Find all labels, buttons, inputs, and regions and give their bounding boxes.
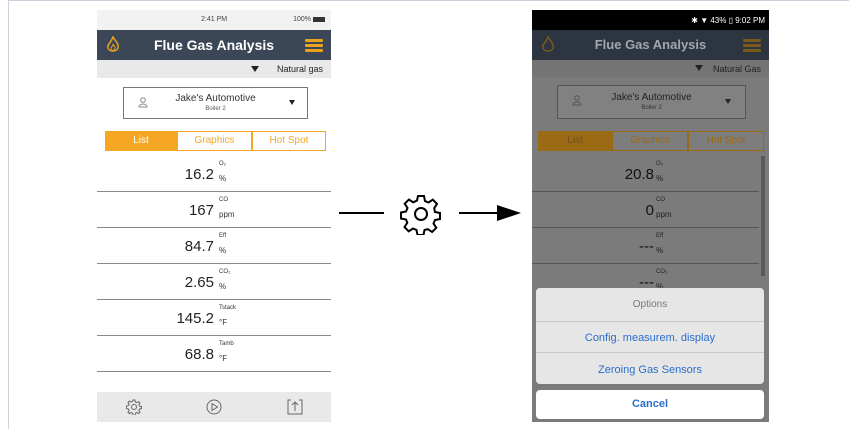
measurement-param: CO₂ (219, 269, 231, 275)
measurement-param: Eff (219, 233, 227, 239)
measurement-row: 167 CO ppm (97, 192, 331, 228)
divider (536, 321, 764, 322)
menu-icon[interactable] (743, 39, 761, 52)
measurement-value: 20.8 (624, 166, 654, 183)
page-title: Flue Gas Analysis (594, 37, 707, 52)
measurement-value: 84.7 (184, 238, 214, 255)
measurement-row: --- Eff % (532, 228, 759, 264)
battery-indicator: 100% (293, 16, 325, 23)
measurement-unit: ppm (656, 210, 672, 219)
measurement-unit: % (219, 174, 227, 183)
options-sheet: Options Config. measurem. display Zeroin… (536, 288, 764, 384)
measurement-row: 68.8 Tamb °F (97, 336, 331, 372)
view-tabs: List Graphics Hot Spot (105, 131, 326, 151)
tab-graphics[interactable]: Graphics (177, 131, 252, 151)
measurement-value: 0 (645, 202, 654, 219)
measurement-unit: % (656, 174, 664, 183)
status-text: ✱ ▼ 43% ▯ 9:02 PM (691, 16, 765, 25)
chevron-down-icon (725, 99, 731, 104)
measurement-param: CO₂ (656, 269, 668, 275)
battery-icon (313, 16, 325, 22)
measurement-param: CO (219, 197, 228, 203)
arrow-line (459, 212, 499, 214)
menu-icon[interactable] (305, 39, 323, 52)
app-header: Flue Gas Analysis (97, 30, 331, 60)
battery-percent: 100% (293, 16, 311, 23)
chevron-down-icon (289, 100, 295, 105)
customer-name: Jake's Automotive (175, 93, 256, 104)
fuel-label: Natural gas (276, 64, 323, 74)
cancel-button[interactable]: Cancel (536, 390, 764, 419)
measurement-row: 0 CO ppm (532, 192, 759, 228)
measurement-param: Tamb (219, 341, 234, 347)
measurement-unit: % (219, 246, 227, 255)
divider (536, 352, 764, 353)
tab-list[interactable]: List (538, 131, 612, 151)
customer-dropdown[interactable]: Jake's Automotive Boiler 2 (123, 87, 308, 119)
measurement-value: 167 (188, 202, 214, 219)
measurement-value: --- (639, 238, 654, 255)
measurement-param: CO (656, 197, 665, 203)
measurement-value: 2.65 (184, 274, 214, 291)
tab-graphics[interactable]: Graphics (612, 131, 688, 151)
measurement-row: 16.2 O₂ % (97, 156, 331, 192)
arrow-line (339, 212, 384, 214)
app-header: Flue Gas Analysis (532, 30, 769, 60)
measurement-value: 68.8 (184, 346, 214, 363)
play-icon[interactable] (206, 399, 222, 415)
customer-sub: Boiler 2 (641, 105, 662, 111)
tab-hot-spot[interactable]: Hot Spot (252, 131, 326, 151)
export-icon[interactable] (287, 399, 303, 415)
fuel-label: Natural Gas (712, 64, 761, 74)
frame-top-border (8, 0, 849, 1)
frame-left-border (8, 0, 9, 429)
measurement-row: 145.2 Tstack °F (97, 300, 331, 336)
measurement-row: 20.8 O₂ % (532, 156, 759, 192)
view-tabs: List Graphics Hot Spot (538, 131, 764, 151)
fuel-selector[interactable]: Natural gas (97, 60, 331, 78)
customer-dropdown[interactable]: Jake's Automotive Boiler 2 (557, 85, 746, 119)
arrow-head (497, 205, 521, 221)
status-bar: 2:41 PM 100% (97, 10, 331, 30)
right-phone-screen: ✱ ▼ 43% ▯ 9:02 PM Flue Gas Analysis Natu… (532, 10, 769, 422)
options-title: Options (632, 299, 668, 310)
customer-sub: Boiler 2 (205, 106, 226, 112)
scrollbar[interactable] (761, 156, 765, 276)
status-bar: ✱ ▼ 43% ▯ 9:02 PM (532, 10, 769, 30)
measurement-param: Eff (656, 233, 664, 239)
tab-list[interactable]: List (105, 131, 177, 151)
measurement-param: O₂ (656, 161, 663, 167)
measurement-row: 84.7 Eff % (97, 228, 331, 264)
measurement-unit: ppm (219, 210, 235, 219)
measurement-value: 16.2 (184, 166, 214, 183)
gear-icon (400, 195, 441, 235)
measurement-param: O₂ (219, 161, 226, 167)
customer-name: Jake's Automotive (611, 92, 692, 103)
chevron-down-icon (695, 65, 703, 71)
zeroing-sensors-option[interactable]: Zeroing Gas Sensors (536, 364, 764, 376)
measurement-unit: °F (219, 354, 228, 363)
measurement-unit: % (656, 246, 664, 255)
measurement-unit: % (219, 282, 227, 291)
chevron-down-icon (251, 66, 259, 72)
tab-hot-spot[interactable]: Hot Spot (688, 131, 764, 151)
gear-icon[interactable] (126, 399, 142, 415)
measurement-unit: °F (219, 318, 228, 327)
left-phone-screen: 2:41 PM 100% Flue Gas Analysis Natural g… (97, 10, 331, 422)
config-display-option[interactable]: Config. measurem. display (536, 332, 764, 344)
status-time: 2:41 PM (201, 16, 228, 23)
fuel-selector[interactable]: Natural Gas (532, 60, 769, 77)
measurement-row: 2.65 CO₂ % (97, 264, 331, 300)
bottom-toolbar (97, 392, 331, 422)
page-title: Flue Gas Analysis (153, 37, 275, 53)
measurement-value: 145.2 (176, 310, 214, 327)
measurement-param: Tstack (219, 305, 237, 311)
